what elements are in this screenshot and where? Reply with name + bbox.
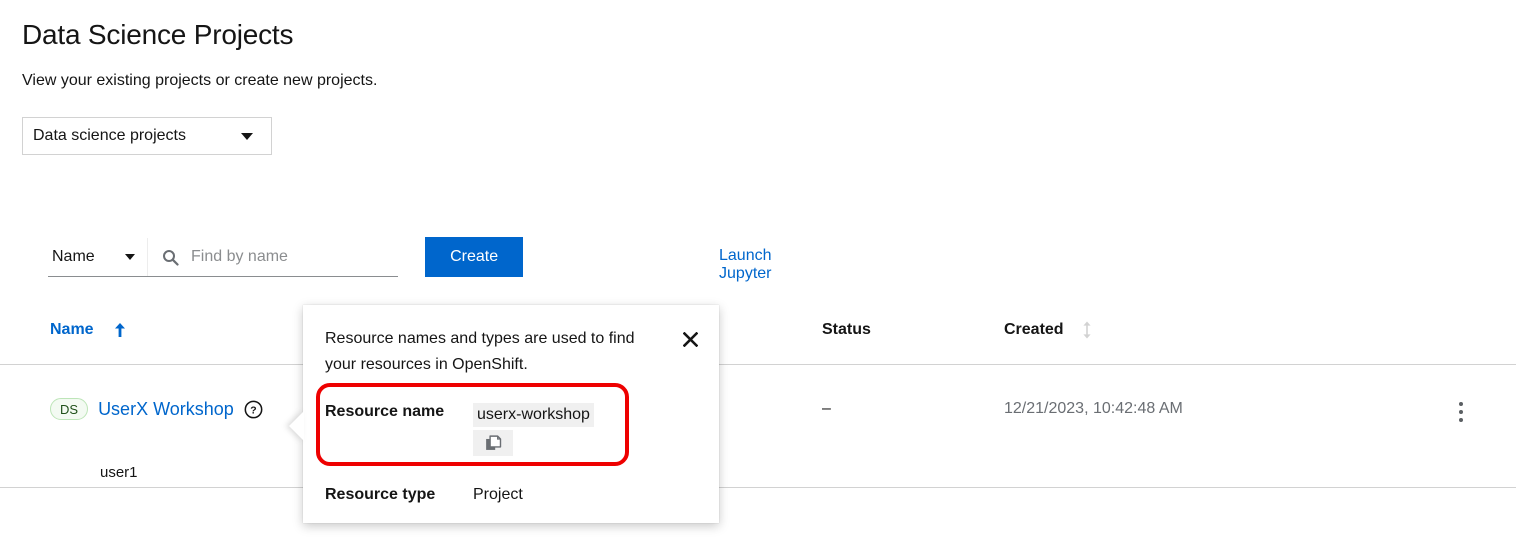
- kebab-menu-icon[interactable]: [1453, 398, 1469, 426]
- popover-field-resource-type: Resource type Project: [325, 483, 705, 504]
- status-badge: DS: [50, 398, 89, 420]
- popover-description: Resource names and types are used to fin…: [325, 330, 635, 373]
- page-title: Data Science Projects: [22, 19, 294, 50]
- chevron-down-icon: [241, 132, 253, 140]
- filter-attribute-select[interactable]: Name: [48, 238, 148, 276]
- project-name-link[interactable]: UserX Workshop: [98, 399, 234, 420]
- search-input[interactable]: [191, 248, 391, 266]
- cell-created: 12/21/2023, 10:42:48 AM: [1004, 400, 1183, 417]
- chevron-down-icon: [125, 254, 135, 260]
- close-icon[interactable]: [678, 327, 702, 351]
- resource-type-value: Project: [473, 485, 523, 503]
- kebab-dot: [1459, 410, 1463, 414]
- project-name-line: DS UserX Workshop ?: [50, 398, 263, 420]
- create-data-science-project-button[interactable]: Create data science project: [425, 237, 524, 385]
- table-row: DS UserX Workshop ? user1 – 12/21/2023, …: [0, 364, 1516, 488]
- popover-field-resource-name: Resource name userx-workshop: [325, 400, 705, 457]
- project-owner: user1: [100, 464, 138, 481]
- search-icon: [162, 249, 179, 266]
- column-header-name-label: Name: [50, 321, 94, 338]
- page-subtitle: View your existing projects or create ne…: [22, 72, 378, 89]
- svg-text:?: ?: [250, 405, 256, 416]
- popover-arrow: [289, 411, 304, 441]
- question-circle-icon[interactable]: ?: [244, 400, 263, 419]
- copy-icon[interactable]: [473, 430, 513, 456]
- popover-fields: Resource name userx-workshop Resource ty…: [325, 400, 705, 512]
- sort-updown-icon: [1082, 321, 1092, 339]
- column-header-created-label: Created: [1004, 321, 1064, 338]
- kebab-dot: [1459, 418, 1463, 422]
- column-header-name[interactable]: Name: [50, 321, 126, 339]
- cell-status: –: [822, 400, 831, 417]
- resource-info-popover: Resource names and types are used to fin…: [289, 305, 719, 523]
- table-header-row: Name Status Created: [0, 305, 1516, 365]
- kebab-dot: [1459, 402, 1463, 406]
- column-header-created[interactable]: Created: [1004, 321, 1092, 339]
- project-scope-select-value: Data science projects: [33, 127, 186, 144]
- column-header-status: Status: [822, 321, 871, 339]
- sort-ascending-icon: [114, 322, 126, 338]
- popover-field-key: Resource name: [325, 403, 445, 420]
- resource-name-value: userx-workshop: [473, 403, 594, 427]
- launch-jupyter-link[interactable]: Launch Jupyter: [719, 247, 772, 283]
- filter-group: Name: [48, 238, 398, 277]
- search-field[interactable]: [148, 238, 398, 276]
- popover-field-value-wrap: userx-workshop: [473, 400, 594, 457]
- column-header-status-label: Status: [822, 321, 871, 338]
- popover-field-key: Resource type: [325, 485, 436, 503]
- filter-attribute-label: Name: [52, 248, 95, 265]
- cell-project-name: DS UserX Workshop ? user1: [50, 398, 263, 481]
- project-scope-select[interactable]: Data science projects: [22, 117, 272, 155]
